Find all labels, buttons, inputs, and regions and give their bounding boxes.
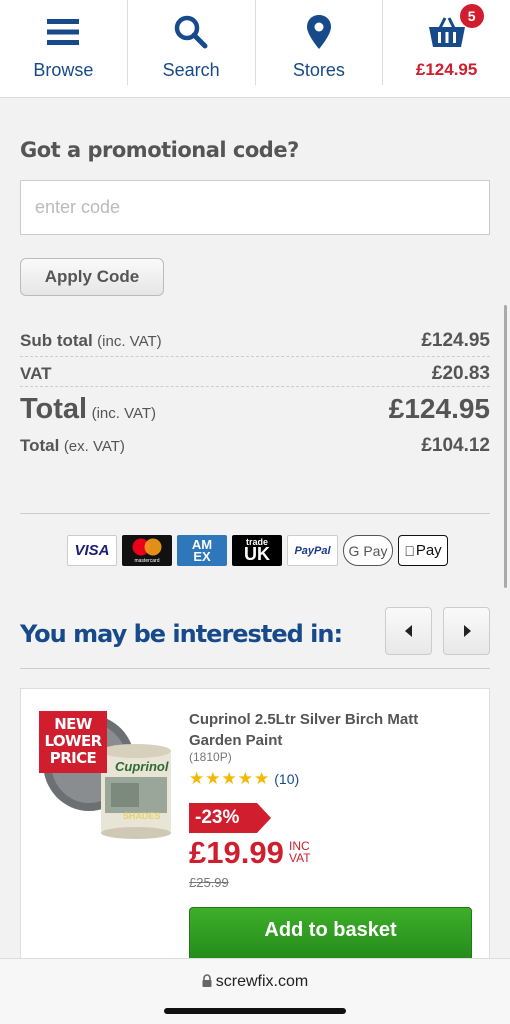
caret-right-icon xyxy=(463,625,471,637)
nav-browse-label: Browse xyxy=(33,60,94,80)
trade-uk-bottom: UK xyxy=(244,544,270,565)
nav-browse[interactable]: Browse xyxy=(0,0,128,85)
nav-stores[interactable]: Stores xyxy=(256,0,384,85)
star-icon: ★ xyxy=(254,769,270,788)
caret-left-icon xyxy=(404,625,412,637)
brand-logo-text: Cuprinol xyxy=(115,759,169,774)
totals-divider xyxy=(20,513,490,514)
nav-search[interactable]: Search xyxy=(128,0,256,85)
basket-total: £124.95 xyxy=(415,60,478,79)
basket-count-badge: 5 xyxy=(459,4,484,28)
mastercard-logo: mastercard xyxy=(122,535,172,566)
star-icon: ★ xyxy=(189,769,205,788)
promo-heading: Got a promotional code? xyxy=(20,138,299,162)
visa-logo: VISA xyxy=(67,535,117,566)
vat-row: VAT £20.83 xyxy=(20,357,490,387)
url-text: screwfix.com xyxy=(215,973,309,990)
apple-icon:  xyxy=(404,543,415,559)
tag-line-3: PRICE xyxy=(49,749,97,767)
subtotal-value: £124.95 xyxy=(421,330,490,351)
was-price: £25.99 xyxy=(189,875,229,890)
nav-basket[interactable]: 5 £124.95 xyxy=(383,0,510,85)
subtotal-note: (inc. VAT) xyxy=(97,333,162,350)
interest-divider xyxy=(20,668,490,669)
amex-bottom: EX xyxy=(193,548,211,564)
home-indicator xyxy=(164,1008,346,1014)
tag-line-1: NEW xyxy=(54,715,92,733)
menu-icon xyxy=(47,10,80,54)
top-nav: Browse Search Stores 5 £124.95 xyxy=(0,0,510,98)
nav-stores-label: Stores xyxy=(292,60,345,80)
new-lower-price-tag: NEW LOWER PRICE xyxy=(39,711,107,773)
promo-code-input[interactable] xyxy=(20,180,490,235)
carousel-next-button[interactable] xyxy=(443,607,490,655)
vat-label: VAT xyxy=(20,364,52,383)
trade-uk-logo: trade UK xyxy=(232,535,282,566)
star-icon: ★ xyxy=(237,769,253,788)
total-row: Total (inc. VAT) £124.95 xyxy=(20,387,490,435)
product-code: (1810P) xyxy=(189,750,232,764)
rating-stars[interactable]: ★ ★ ★ ★ ★ (10) xyxy=(189,770,299,787)
payment-methods: VISA mastercard AM EX trade UK PayPal G … xyxy=(67,535,448,566)
location-pin-icon xyxy=(306,10,331,54)
paypal-logo: PayPal xyxy=(287,535,338,566)
order-totals: Sub total (inc. VAT) £124.95 VAT £20.83 … xyxy=(20,326,490,461)
url-display[interactable]: screwfix.com xyxy=(0,973,510,991)
scrollbar[interactable] xyxy=(504,305,507,588)
google-pay-logo: G Pay xyxy=(343,535,393,566)
mastercard-label: mastercard xyxy=(134,557,160,564)
subtotal-label: Sub total xyxy=(20,331,93,350)
browser-url-bar[interactable]: screwfix.com xyxy=(0,958,510,1024)
total-note: (inc. VAT) xyxy=(91,405,157,422)
carousel-prev-button[interactable] xyxy=(385,607,432,655)
amex-logo: AM EX xyxy=(177,535,227,566)
total-ex-value: £104.12 xyxy=(421,435,490,456)
subtotal-row: Sub total (inc. VAT) £124.95 xyxy=(20,326,490,357)
apply-code-button[interactable]: Apply Code xyxy=(20,258,164,296)
total-ex-note: (ex. VAT) xyxy=(63,438,125,455)
discount-badge: -23% xyxy=(189,803,271,833)
star-icon: ★ xyxy=(205,769,221,788)
apple-pay-logo: Pay xyxy=(398,535,448,566)
price-vat-note: INC VAT xyxy=(289,840,311,864)
product-title[interactable]: Cuprinol 2.5Ltr Silver Birch Matt Garden… xyxy=(189,709,459,751)
total-ex-label: Total xyxy=(20,436,60,455)
product-price: £19.99 xyxy=(189,835,284,870)
search-icon xyxy=(174,10,208,54)
total-ex-vat-row: Total (ex. VAT) £104.12 xyxy=(20,435,490,461)
apple-pay-label: Pay xyxy=(410,542,442,559)
basket-icon: 5 xyxy=(428,4,484,54)
vat-value: £20.83 xyxy=(431,363,490,384)
interest-title: You may be interested in: xyxy=(20,620,343,648)
shades-logo-text: SHADES xyxy=(123,811,161,821)
total-label: Total xyxy=(20,393,88,425)
add-to-basket-button[interactable]: Add to basket xyxy=(189,907,472,963)
review-count[interactable]: (10) xyxy=(274,771,299,787)
star-icon: ★ xyxy=(221,769,237,788)
nav-search-label: Search xyxy=(162,60,220,80)
lock-icon xyxy=(202,974,212,987)
tag-line-2: LOWER xyxy=(44,732,102,750)
product-card: Cuprinol SHADES NEW LOWER PRICE Cuprinol… xyxy=(20,688,490,968)
total-value: £124.95 xyxy=(388,393,490,424)
price-vat: VAT xyxy=(289,851,311,865)
